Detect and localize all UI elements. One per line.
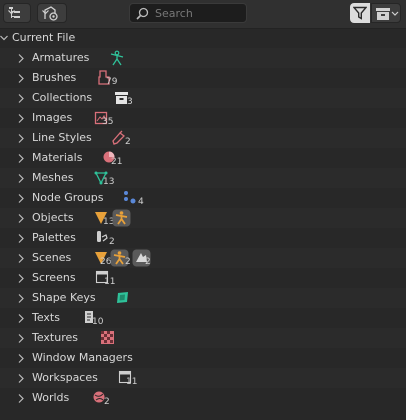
chevron-right-icon[interactable] [18,314,24,323]
tree-item-shape-keys[interactable]: Shape Keys [0,288,406,308]
collection-box-icon [376,8,399,20]
search-icon [136,7,149,20]
chevron-right-icon[interactable] [18,334,24,343]
chevron-right-icon[interactable] [18,134,24,143]
tree-item-meshes[interactable]: Meshes 13 [0,168,406,188]
tree-item-label: Shape Keys [32,291,96,304]
chevron-right-icon[interactable] [18,154,24,163]
item-count: 3 [127,97,133,107]
item-count: 11 [126,377,138,387]
item-count: 2 [125,137,131,147]
item-count: 35 [102,117,114,127]
tree-root-label: Current File [12,31,76,44]
chevron-down-icon [42,10,49,15]
item-count: 2 [145,257,151,267]
tree-item-materials[interactable]: Materials 21 [0,148,406,168]
tree-item-label: Texts [32,311,60,324]
tree-item-collections[interactable]: Collections 3 [0,88,406,108]
search-input[interactable]: Search [129,3,247,23]
tree-item-armatures[interactable]: Armatures [0,48,406,68]
tree-item-label: Textures [32,331,78,344]
chevron-right-icon[interactable] [18,214,24,223]
tree-item-label: Worlds [32,391,70,404]
tree-item-node-groups[interactable]: Node Groups 4 [0,188,406,208]
chevron-right-icon[interactable] [18,174,24,183]
chevron-right-icon[interactable] [18,294,24,303]
filter-button[interactable] [350,3,370,23]
chevron-right-icon[interactable] [18,354,24,363]
tree-item-window-managers[interactable]: Window Managers [0,348,406,368]
item-count: 2 [104,397,110,407]
tree-item-label: Images [32,111,73,124]
tree-item-label: Palettes [32,231,76,244]
item-count: 2 [125,257,131,267]
tree-item-label: Collections [32,91,93,104]
item-count: 13 [103,177,115,187]
tree-item-label: Node Groups [32,191,104,204]
tree-item-screens[interactable]: Screens 11 [0,268,406,288]
item-count: 21 [111,157,123,167]
chevron-right-icon[interactable] [18,254,24,263]
tree-item-textures[interactable]: Textures [0,328,406,348]
tree-item-scenes[interactable]: Scenes 26 2 2 [0,248,406,268]
chevron-right-icon[interactable] [18,54,24,63]
palette-icon [97,231,108,242]
item-count: 10 [92,317,104,327]
item-count: 11 [104,277,116,287]
outliner-header: Search [0,0,406,29]
tree-item-label: Window Managers [32,351,133,364]
tree-item-objects[interactable]: Objects 13 [0,208,406,228]
tree-item-label: Armatures [32,51,90,64]
chevron-right-icon[interactable] [18,194,24,203]
tree-item-label: Meshes [32,171,74,184]
tree-item-label: Brushes [32,71,77,84]
item-count: 79 [106,77,118,87]
armature-object-icon [112,209,131,227]
display-mode-button[interactable] [37,3,67,23]
texture-checker-icon [101,331,114,344]
chevron-right-icon[interactable] [18,94,24,103]
tree-item-palettes[interactable]: Palettes 2 [0,228,406,248]
shape-key-icon [117,292,128,303]
chevron-down-icon[interactable] [0,34,8,42]
chevron-right-icon[interactable] [18,394,24,403]
tree-root-current-file[interactable]: Current File [0,28,406,48]
chevron-down-icon [8,10,15,15]
tree-item-workspaces[interactable]: Workspaces 11 [0,368,406,388]
chevron-right-icon[interactable] [18,274,24,283]
tree-item-label: Materials [32,151,83,164]
tree-item-texts[interactable]: Texts 10 [0,308,406,328]
tree-item-label: Objects [32,211,74,224]
tree-item-label: Line Styles [32,131,92,144]
tree-item-label: Scenes [32,251,72,264]
search-placeholder: Search [155,7,193,20]
item-count: 2 [109,237,115,247]
tree-item-label: Workspaces [32,371,98,384]
chevron-right-icon[interactable] [18,234,24,243]
new-collection-dropdown[interactable] [371,3,401,23]
armature-icon [110,50,124,66]
tree-item-line-styles[interactable]: Line Styles 2 [0,128,406,148]
chevron-right-icon[interactable] [18,114,24,123]
chevron-right-icon[interactable] [18,374,24,383]
tree-item-brushes[interactable]: Brushes 79 [0,68,406,88]
chevron-right-icon[interactable] [18,74,24,83]
editor-type-button[interactable] [3,3,31,23]
tree-item-worlds[interactable]: Worlds 2 [0,388,406,408]
tree-item-label: Screens [32,271,76,284]
tree-item-images[interactable]: Images 35 [0,108,406,128]
item-count: 4 [138,197,144,207]
funnel-icon [353,6,367,20]
